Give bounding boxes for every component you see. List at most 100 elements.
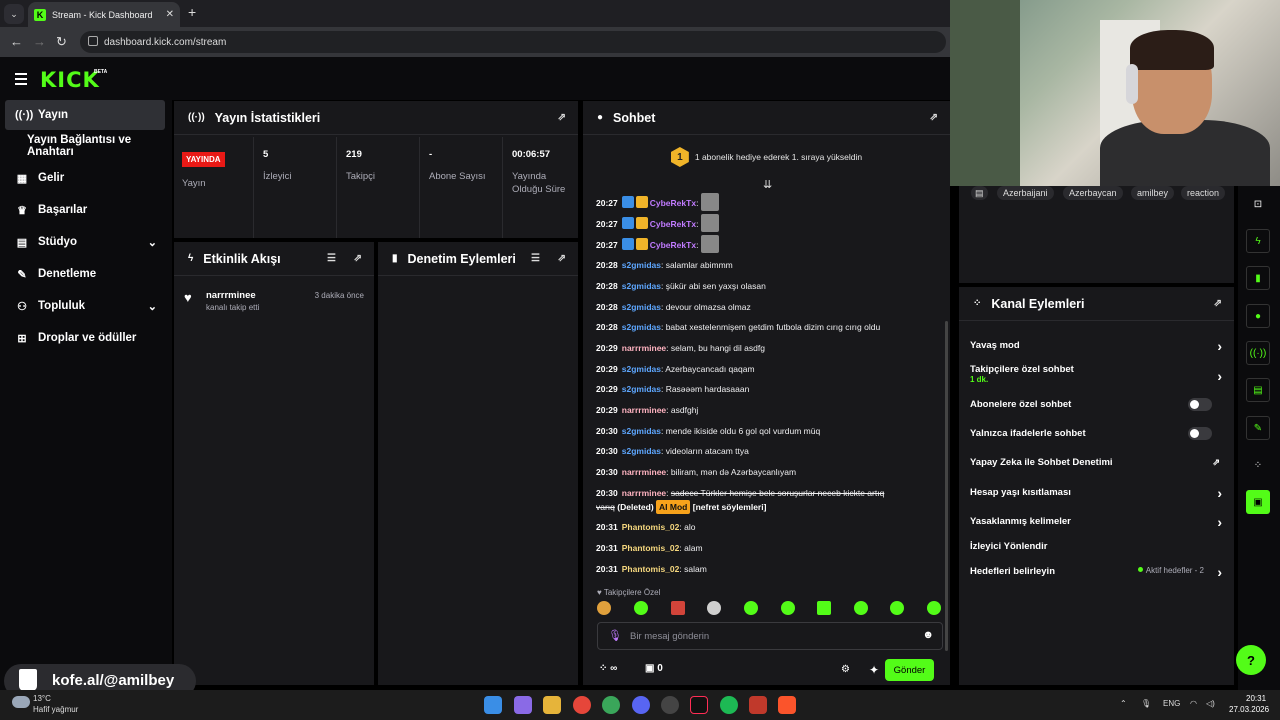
message-user[interactable]: narrrminee <box>622 467 666 477</box>
emote-button[interactable] <box>854 601 868 615</box>
start-menu-icon[interactable] <box>484 696 502 714</box>
lightning-icon[interactable]: ϟ <box>1246 229 1270 253</box>
message-user[interactable]: s2gmidas <box>622 426 661 436</box>
sidebar-item-basarilar[interactable]: ♛ Başarılar <box>5 195 165 225</box>
message-user[interactable]: Phantomis_02 <box>622 564 680 574</box>
document-icon[interactable]: ▮ <box>1246 266 1270 290</box>
popout-icon[interactable]: ⇗ <box>558 112 566 123</box>
chat-settings-gear-icon[interactable]: ⚙ <box>841 664 850 675</box>
popout-icon[interactable]: ⇗ <box>1214 298 1222 309</box>
volume-icon[interactable]: ◁) <box>1206 699 1215 708</box>
message-user[interactable]: s2gmidas <box>622 302 661 312</box>
emote-button[interactable] <box>597 601 611 615</box>
weather-cloud-icon[interactable] <box>12 696 30 708</box>
emote-button[interactable] <box>781 601 795 615</box>
emote-button[interactable] <box>671 601 685 615</box>
action-slow-mode[interactable]: Yavaş mod › <box>970 338 1222 354</box>
action-raid[interactable]: İzleyici Yönlendir <box>970 541 1222 552</box>
action-account-age[interactable]: Hesap yaşı kısıtlaması › <box>970 485 1222 501</box>
message-user[interactable]: Phantomis_02 <box>622 543 680 553</box>
tag-chip[interactable]: amilbey <box>1131 186 1175 200</box>
chat-bubble-icon[interactable]: ● <box>1246 304 1270 328</box>
site-info-icon[interactable] <box>88 36 98 46</box>
popout-icon[interactable]: ⇗ <box>930 112 938 123</box>
message-user[interactable]: CybeRekTx <box>650 198 696 208</box>
emote-button[interactable] <box>707 601 721 615</box>
reload-icon[interactable]: ↻ <box>56 34 67 50</box>
message-user[interactable]: s2gmidas <box>622 322 661 332</box>
filter-icon[interactable]: ☰ <box>327 253 336 264</box>
wrench-icon[interactable]: ✎ <box>1246 416 1270 440</box>
tab-search-button[interactable]: ⌄ <box>4 4 24 24</box>
action-followers-only[interactable]: Takipçilere özel sohbet 1 dk. › <box>970 364 1222 384</box>
action-goals[interactable]: Hedefleri belirleyin Aktif hedefler - 2 … <box>970 564 1222 580</box>
chrome-profile-icon[interactable] <box>602 696 620 714</box>
tag-chip[interactable]: Azerbaijani <box>997 186 1054 200</box>
tray-mic-icon[interactable]: 🎙 <box>1141 699 1151 708</box>
message-user[interactable]: s2gmidas <box>622 281 661 291</box>
hamburger-menu-icon[interactable] <box>15 73 27 88</box>
message-user[interactable]: Phantomis_02 <box>622 522 680 532</box>
brave-icon[interactable] <box>778 696 796 714</box>
chat-scrollbar[interactable] <box>945 321 948 651</box>
sidebar-item-topluluk[interactable]: ⚇ Topluluk ⌄ <box>5 291 165 321</box>
back-arrow-icon[interactable]: ← <box>10 34 23 49</box>
add-panel-icon[interactable]: ▣ <box>1246 490 1270 514</box>
emote-button[interactable] <box>817 601 831 615</box>
browser-tab[interactable]: K Stream - Kick Dashboard ✕ <box>28 2 180 27</box>
sidebar-item-yayin[interactable]: ((·)) Yayın <box>5 100 165 130</box>
action-banned-words[interactable]: Yasaklanmış kelimeler › <box>970 514 1222 530</box>
emotes-only-toggle[interactable] <box>1188 427 1212 440</box>
chat-input-field[interactable]: 🎙 Bir mesaj gönderin ☻ <box>597 622 943 650</box>
filter-icon[interactable]: ☰ <box>531 253 540 264</box>
sidebar-item-gelir[interactable]: ▦ Gelir <box>5 163 165 193</box>
emote-button[interactable] <box>927 601 941 615</box>
help-chat-icon[interactable]: ? <box>1236 645 1266 675</box>
message-user[interactable]: narrrminee <box>622 343 666 353</box>
message-user[interactable]: CybeRekTx <box>650 219 696 229</box>
kick-logo[interactable]: KICK <box>40 68 100 92</box>
layout-icon[interactable]: ▤ <box>1246 378 1270 402</box>
wifi-icon[interactable]: ◠ <box>1190 699 1197 708</box>
sidebar-item-denetleme[interactable]: ✎ Denetleme <box>5 259 165 289</box>
forward-arrow-icon[interactable]: → <box>33 34 46 49</box>
popout-icon[interactable]: ⇗ <box>558 253 566 264</box>
obs-icon[interactable] <box>661 696 679 714</box>
message-user[interactable]: s2gmidas <box>622 260 661 270</box>
message-user[interactable]: CybeRekTx <box>650 240 696 250</box>
sidebar-item-studyo[interactable]: ▤ Stüdyo ⌄ <box>5 227 165 257</box>
emote-button[interactable] <box>890 601 904 615</box>
event-user[interactable]: narrrminee <box>206 290 256 301</box>
message-user[interactable]: narrrminee <box>622 405 666 415</box>
message-user[interactable]: narrrminee <box>622 488 666 498</box>
broadcast-icon[interactable]: ((·)) <box>1246 341 1270 365</box>
emote-button[interactable] <box>634 601 648 615</box>
clock-time[interactable]: 20:31 <box>1246 694 1266 703</box>
tag-chip[interactable]: Azerbaycan <box>1063 186 1123 200</box>
url-field[interactable]: dashboard.kick.com/stream <box>80 31 946 53</box>
channel-actions-icon[interactable]: ⁘ <box>1246 453 1270 477</box>
message-user[interactable]: s2gmidas <box>622 384 661 394</box>
close-tab-icon[interactable]: ✕ <box>166 9 174 20</box>
tag-chip[interactable]: reaction <box>1181 186 1226 200</box>
copilot-icon[interactable] <box>514 696 532 714</box>
tf-app-icon[interactable] <box>749 696 767 714</box>
clock-date[interactable]: 27.03.2026 <box>1229 705 1269 714</box>
language-indicator[interactable]: ENG <box>1163 699 1180 708</box>
sidebar-item-droplar[interactable]: ⊞ Droplar ve ödüller <box>5 323 165 353</box>
focus-icon[interactable]: ⊡ <box>1246 192 1270 216</box>
send-chat-button[interactable]: Gönder <box>885 659 934 681</box>
discord-icon[interactable] <box>632 696 650 714</box>
chrome-icon[interactable] <box>573 696 591 714</box>
spotify-icon[interactable] <box>720 696 738 714</box>
tiktok-icon[interactable] <box>690 696 708 714</box>
tray-overflow-icon[interactable]: ⌃ <box>1120 699 1127 708</box>
message-user[interactable]: s2gmidas <box>622 364 661 374</box>
microphone-icon[interactable]: 🎙 <box>608 629 622 642</box>
sidebar-item-stream-key[interactable]: Yayın Bağlantısı ve Anahtarı <box>5 131 165 161</box>
emoji-picker-icon[interactable]: ☻ <box>922 629 934 641</box>
file-explorer-icon[interactable] <box>543 696 561 714</box>
popout-icon[interactable]: ⇗ <box>354 253 362 264</box>
subscribers-only-toggle[interactable] <box>1188 398 1212 411</box>
emote-button[interactable] <box>744 601 758 615</box>
